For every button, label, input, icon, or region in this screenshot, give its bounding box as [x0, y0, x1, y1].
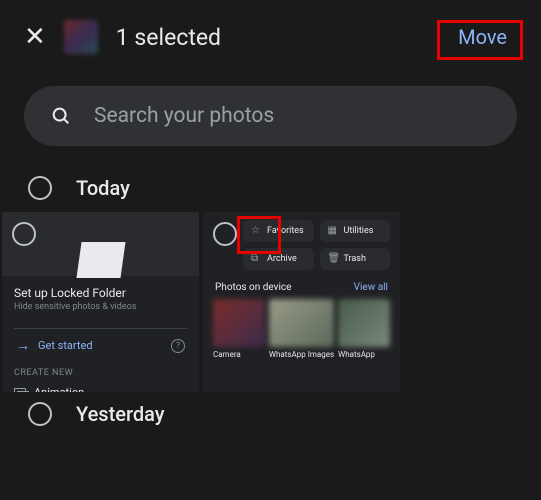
view-all-link: View all — [354, 282, 388, 293]
utilities-icon: ▦ — [328, 226, 338, 236]
arrow-right-icon: → — [16, 337, 30, 354]
selection-topbar: ✕ 1 selected Move — [0, 0, 541, 72]
section-title-yesterday: Yesterday — [76, 402, 165, 426]
chip-utilities: ▦Utilities — [320, 220, 391, 242]
selected-count-label: 1 selected — [116, 24, 430, 51]
close-icon[interactable]: ✕ — [24, 24, 46, 50]
locked-folder-title: Set up Locked Folder — [14, 286, 187, 300]
move-button[interactable]: Move — [448, 21, 517, 53]
folder-icon — [76, 242, 125, 278]
animation-icon — [14, 388, 26, 393]
thumb-select-circle[interactable] — [12, 222, 36, 246]
device-album-camera: Camera — [213, 299, 265, 359]
locked-folder-subtitle: Hide sensitive photos & videos — [14, 302, 187, 312]
screenshot-thumb-locked-folder[interactable]: Set up Locked Folder Hide sensitive phot… — [2, 212, 199, 392]
chip-archive: ⧉Archive — [243, 248, 314, 270]
today-thumbnails: Set up Locked Folder Hide sensitive phot… — [0, 212, 541, 392]
select-all-today[interactable] — [28, 176, 52, 200]
chip-trash: 🗑Trash — [320, 248, 391, 270]
selected-thumbnail[interactable] — [64, 20, 98, 54]
chip-favorites: ☆Favorites — [243, 220, 314, 242]
search-placeholder: Search your photos — [94, 104, 274, 128]
locked-folder-art — [2, 212, 199, 276]
album-thumb — [269, 299, 334, 347]
section-header-yesterday: Yesterday — [0, 392, 541, 426]
star-icon: ☆ — [251, 226, 261, 236]
thumb-select-circle[interactable] — [213, 222, 237, 246]
search-icon — [50, 105, 72, 127]
device-album-whatsapp: WhatsApp — [338, 299, 390, 359]
select-all-yesterday[interactable] — [28, 402, 52, 426]
locked-folder-cta: Get started — [38, 339, 163, 352]
screenshot-thumb-library[interactable]: ☆Favorites ▦Utilities ⧉Archive 🗑Trash Ph… — [203, 212, 400, 392]
search-bar[interactable]: Search your photos — [24, 86, 517, 146]
album-thumb — [213, 299, 265, 347]
device-album-whatsapp-images: WhatsApp Images — [269, 299, 334, 359]
trash-icon: 🗑 — [328, 254, 338, 264]
section-header-today: Today — [0, 166, 541, 212]
create-animation-row: Animation — [2, 384, 199, 392]
section-title-today: Today — [76, 176, 130, 200]
archive-icon: ⧉ — [251, 254, 261, 264]
create-new-label: CREATE NEW — [2, 364, 199, 384]
animation-label: Animation — [34, 386, 84, 392]
help-icon: ? — [171, 339, 185, 353]
album-thumb — [338, 299, 390, 347]
photos-on-device-label: Photos on device — [215, 282, 291, 293]
